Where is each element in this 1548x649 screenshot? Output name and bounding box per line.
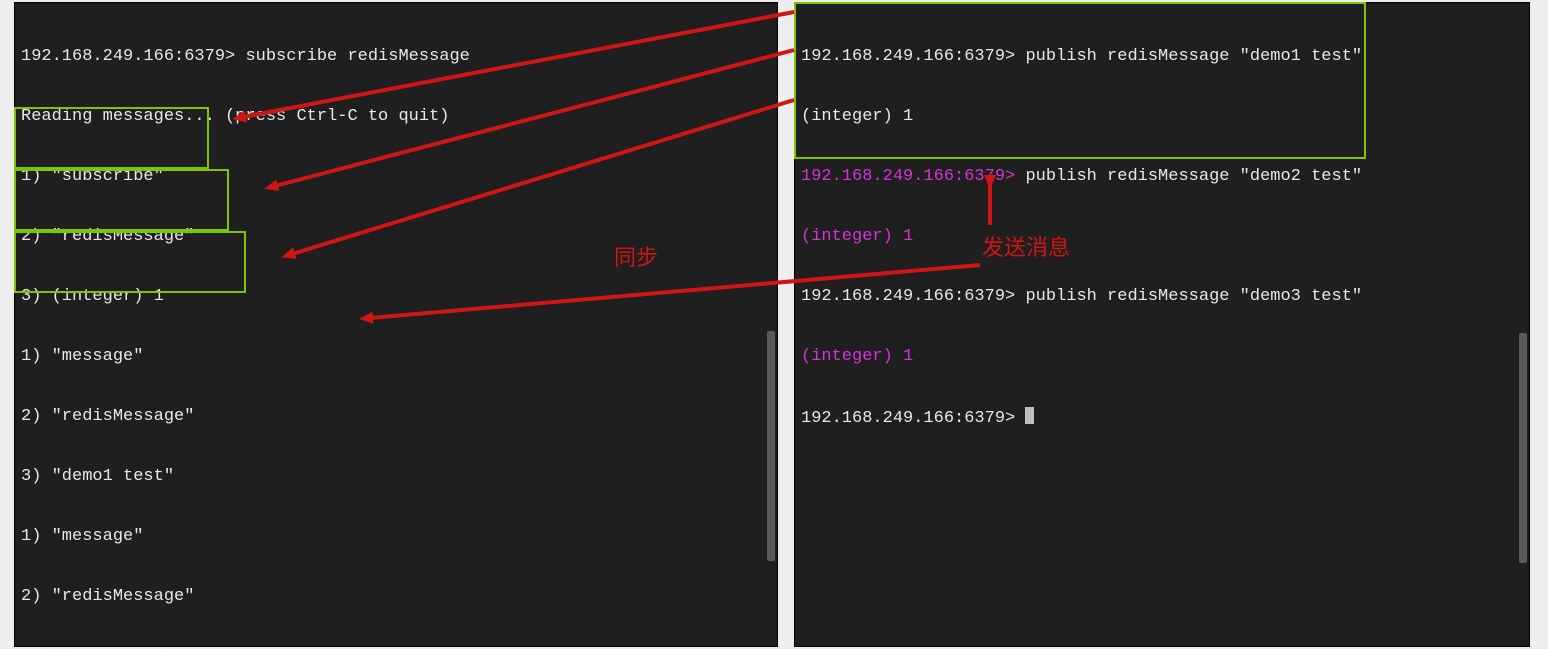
line-msg2-2: 2) "redisMessage" bbox=[21, 587, 771, 607]
line-pub1: 192.168.249.166:6379> publish redisMessa… bbox=[801, 47, 1523, 67]
line-prompt-empty: 192.168.249.166:6379> bbox=[801, 407, 1523, 429]
line-reading: Reading messages... (press Ctrl-C to qui… bbox=[21, 107, 771, 127]
command-text: publish redisMessage "demo1 test" bbox=[1025, 47, 1362, 66]
prompt: 192.168.249.166:6379> bbox=[801, 409, 1025, 428]
command-text: publish redisMessage "demo2 test" bbox=[1025, 167, 1362, 186]
line-sub-3: 3) (integer) 1 bbox=[21, 287, 771, 307]
prompt: 192.168.249.166:6379> bbox=[21, 47, 245, 66]
terminal-publisher[interactable]: 192.168.249.166:6379> publish redisMessa… bbox=[794, 2, 1530, 647]
scrollbar-right[interactable] bbox=[1519, 333, 1527, 563]
line-msg2-1: 1) "message" bbox=[21, 527, 771, 547]
command-text: publish redisMessage "demo3 test" bbox=[1025, 287, 1362, 306]
prompt: 192.168.249.166:6379> bbox=[801, 167, 1025, 186]
line-sub-1: 1) "subscribe" bbox=[21, 167, 771, 187]
command-text: subscribe redisMessage bbox=[245, 47, 469, 66]
cursor-icon bbox=[1025, 407, 1034, 424]
prompt: 192.168.249.166:6379> bbox=[801, 287, 1025, 306]
screenshot-stage: 192.168.249.166:6379> subscribe redisMes… bbox=[0, 0, 1548, 649]
line-msg1-2: 2) "redisMessage" bbox=[21, 407, 771, 427]
line-pub2-res: (integer) 1 bbox=[801, 227, 1523, 247]
line-pub3: 192.168.249.166:6379> publish redisMessa… bbox=[801, 287, 1523, 307]
line-pub1-res: (integer) 1 bbox=[801, 107, 1523, 127]
prompt: 192.168.249.166:6379> bbox=[801, 47, 1025, 66]
scrollbar-left[interactable] bbox=[767, 331, 775, 561]
line-subscribe-cmd: 192.168.249.166:6379> subscribe redisMes… bbox=[21, 47, 771, 67]
line-msg1-3: 3) "demo1 test" bbox=[21, 467, 771, 487]
line-msg1-1: 1) "message" bbox=[21, 347, 771, 367]
line-pub3-res: (integer) 1 bbox=[801, 347, 1523, 367]
line-pub2: 192.168.249.166:6379> publish redisMessa… bbox=[801, 167, 1523, 187]
line-sub-2: 2) "redisMessage" bbox=[21, 227, 771, 247]
terminal-subscriber[interactable]: 192.168.249.166:6379> subscribe redisMes… bbox=[14, 2, 778, 647]
